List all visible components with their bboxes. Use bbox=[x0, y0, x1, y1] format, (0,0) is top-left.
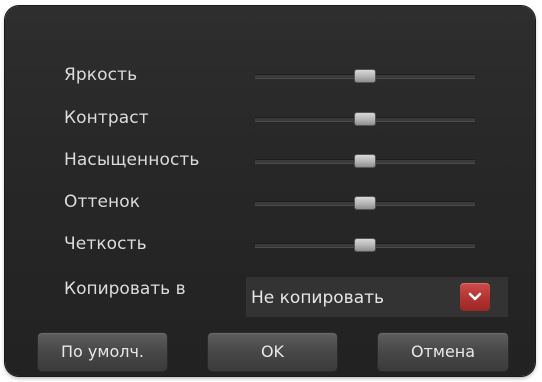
picture-settings-dialog: Яркость Контраст Насыщенность Оттенок Че… bbox=[5, 6, 535, 376]
hue-label: Оттенок bbox=[64, 192, 141, 212]
setting-row-hue: Оттенок bbox=[5, 188, 535, 218]
copy-to-label: Копировать в bbox=[64, 279, 186, 299]
saturation-label: Насыщенность bbox=[64, 150, 200, 170]
setting-row-saturation: Насыщенность bbox=[5, 146, 535, 176]
default-button[interactable]: По умолч. bbox=[38, 333, 167, 371]
setting-row-brightness: Яркость bbox=[5, 61, 535, 91]
saturation-slider-thumb[interactable] bbox=[355, 155, 375, 167]
contrast-slider-thumb[interactable] bbox=[355, 113, 375, 125]
chevron-down-icon bbox=[468, 292, 482, 301]
contrast-label: Контраст bbox=[64, 108, 149, 128]
hue-slider-thumb[interactable] bbox=[355, 197, 375, 209]
saturation-slider[interactable] bbox=[255, 155, 475, 167]
sharpness-slider-thumb[interactable] bbox=[355, 239, 375, 251]
copy-to-selected-value: Не копировать bbox=[251, 288, 385, 308]
sharpness-label: Четкость bbox=[64, 234, 147, 254]
contrast-slider[interactable] bbox=[255, 113, 475, 125]
brightness-label: Яркость bbox=[64, 65, 138, 85]
brightness-slider[interactable] bbox=[255, 70, 475, 82]
cancel-button[interactable]: Отмена bbox=[378, 333, 508, 371]
ok-button[interactable]: OK bbox=[208, 333, 337, 371]
hue-slider[interactable] bbox=[255, 197, 475, 209]
setting-row-contrast: Контраст bbox=[5, 104, 535, 134]
copy-to-dropdown-button[interactable] bbox=[460, 283, 490, 311]
brightness-slider-thumb[interactable] bbox=[355, 70, 375, 82]
setting-row-sharpness: Четкость bbox=[5, 230, 535, 260]
copy-to-select[interactable]: Не копировать bbox=[246, 277, 508, 317]
sharpness-slider[interactable] bbox=[255, 239, 475, 251]
